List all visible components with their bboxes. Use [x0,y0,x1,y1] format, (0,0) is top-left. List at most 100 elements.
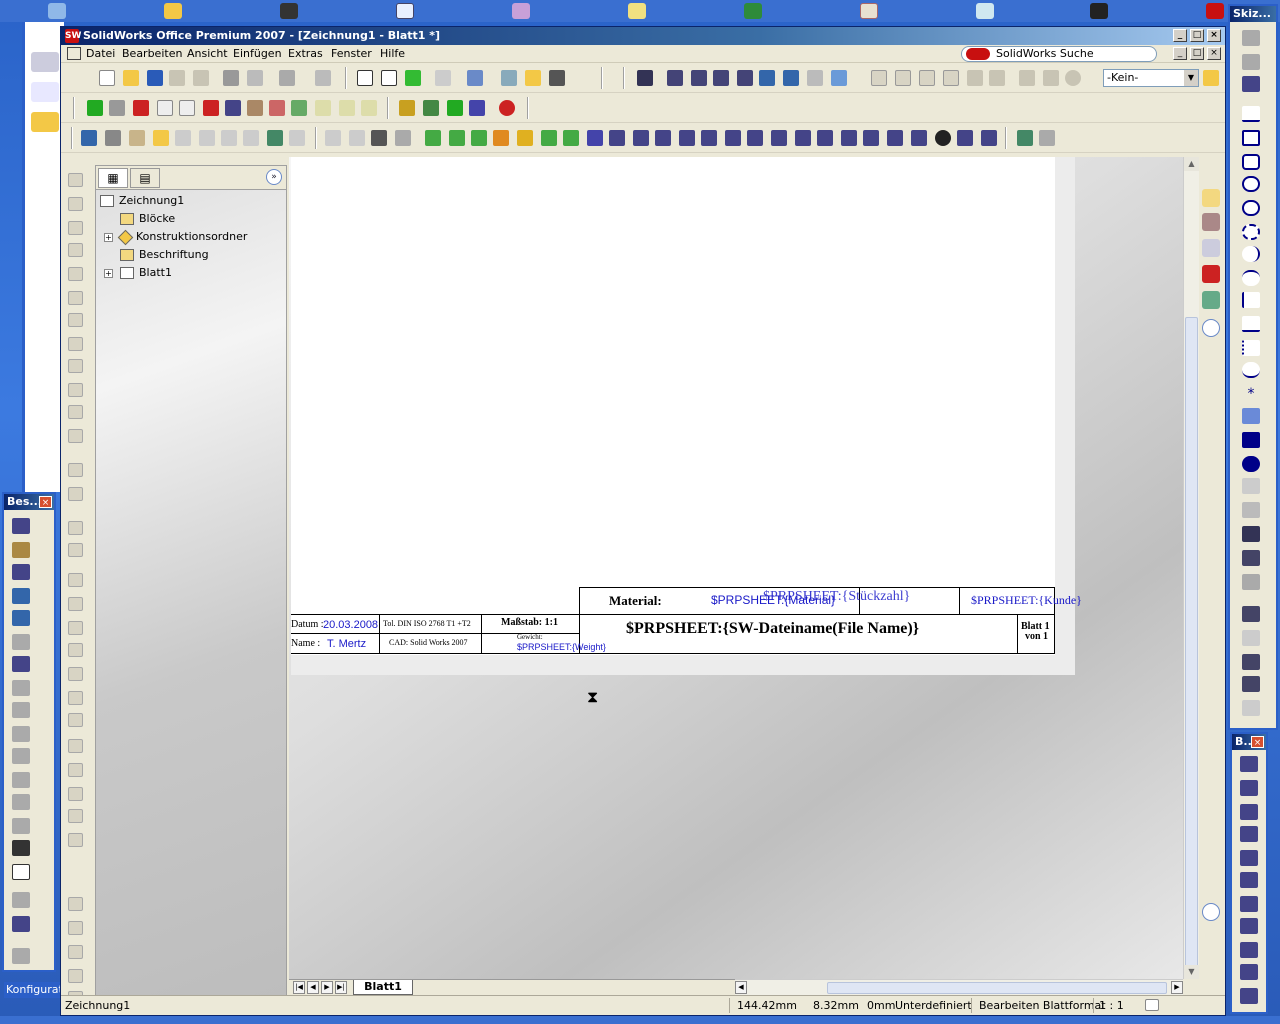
area-hatch-icon[interactable] [12,840,30,856]
display-relations-icon[interactable] [1242,550,1260,566]
strip-tool-icon[interactable] [68,643,83,657]
arc-length-icon[interactable] [1240,942,1258,958]
stop-macro-icon[interactable] [109,100,125,116]
expand-icon[interactable]: + [104,269,113,278]
point-icon[interactable] [447,100,463,116]
from-assembly-icon[interactable] [193,70,209,86]
first-sheet-icon[interactable]: |◀ [293,981,305,994]
panda-icon[interactable] [280,3,298,19]
move-entities-icon[interactable] [1242,654,1260,670]
pan-icon[interactable] [783,70,799,86]
line-icon[interactable] [1242,106,1260,122]
annotation-a-icon[interactable] [105,130,121,146]
filter-centermark-icon[interactable] [887,130,903,146]
palette-icon[interactable] [1202,291,1220,309]
close-icon[interactable]: × [39,496,52,508]
repair-sketch-icon[interactable] [1242,574,1260,590]
strip-tool-icon[interactable] [68,337,83,351]
expand-pane-icon[interactable] [1202,903,1220,921]
strip-tool-icon[interactable] [68,359,83,373]
scroll-thumb[interactable] [827,982,1167,994]
spell-check-icon[interactable] [12,610,30,626]
strip-tool-icon[interactable] [68,763,83,777]
angle-dimension-icon[interactable] [1240,918,1258,934]
filter-solid-icon[interactable] [517,130,533,146]
open-icon[interactable] [123,70,139,86]
sketch-icon[interactable] [469,100,485,116]
scroll-left-icon[interactable]: ◀ [735,981,747,994]
centerline-icon[interactable] [1242,340,1260,356]
strip-tool-icon[interactable] [68,543,83,557]
strip-tool-icon[interactable] [68,291,83,305]
perimeter-circle-icon[interactable] [1242,200,1260,216]
strip-tool-icon[interactable] [68,313,83,327]
shaded-icon[interactable] [967,70,983,86]
folder-icon[interactable] [1203,70,1219,86]
tab-blatt1[interactable]: Blatt1 [353,980,413,995]
excel-icon[interactable] [744,3,762,19]
filter-plane-icon[interactable] [563,130,579,146]
filter-table-icon[interactable] [841,130,857,146]
annotation-b-icon[interactable] [129,130,145,146]
tree-root[interactable]: Zeichnung1 [100,192,184,210]
revision-symbol-icon[interactable] [12,818,30,834]
annotation-h-icon[interactable] [289,130,305,146]
strip-tool-icon[interactable] [68,739,83,753]
center-mark-icon[interactable] [12,892,30,908]
smart-dimension-icon[interactable] [1240,756,1258,772]
filter-dim-icon[interactable] [609,130,625,146]
format-painter-icon[interactable] [12,634,30,650]
smart-dimension-icon[interactable] [1242,76,1260,92]
filter-all-icon[interactable] [935,130,951,146]
tool-c-icon[interactable] [315,100,331,116]
vertical-scrollbar[interactable]: ▲ ▼ [1183,157,1199,979]
point-icon[interactable]: * [1242,386,1260,402]
table-format-icon[interactable] [12,948,30,964]
tree-item-beschriftung[interactable]: Beschriftung [120,246,209,264]
chart-app-icon[interactable] [396,3,414,19]
tree-item-blatt1[interactable]: Blatt1 [120,264,172,282]
7zip-icon[interactable] [1090,3,1108,19]
note-icon[interactable] [12,588,30,604]
menu-fenster[interactable]: Fenster [331,47,372,60]
tool-d-icon[interactable] [339,100,355,116]
tree-item-konstruktionsordner[interactable]: Konstruktionsordner [117,228,247,246]
grid-icon[interactable] [435,70,451,86]
vertical-dimension-icon[interactable] [1240,804,1258,820]
collapse-panel-icon[interactable]: » [266,169,282,185]
maximize-icon[interactable]: □ [1190,29,1204,42]
doc-minimize-icon[interactable]: _ [1173,47,1187,60]
filter-weld-icon[interactable] [725,130,741,146]
strip-tool-icon[interactable] [68,691,83,705]
filter-c-icon[interactable] [371,130,387,146]
3d-sketch-icon[interactable] [1242,54,1260,70]
leader-dimension-icon[interactable] [1240,988,1258,1004]
filter-view-icon[interactable] [911,130,927,146]
warning-icon[interactable] [1242,606,1260,622]
polygon-icon[interactable] [1242,154,1260,170]
window-titlebar[interactable]: SW SolidWorks Office Premium 2007 - [Zei… [61,27,1225,45]
tree-item-bloecke[interactable]: Blöcke [120,210,175,228]
run-macro-icon[interactable] [87,100,103,116]
path-length-icon[interactable] [1240,896,1258,912]
expand-icon[interactable]: + [104,233,113,242]
centerpoint-arc-icon[interactable] [1242,224,1260,240]
document-icon[interactable] [67,47,81,60]
vb-icon[interactable] [225,100,241,116]
sketch-palette-title[interactable]: Skiz... [1230,6,1276,22]
new-icon[interactable] [99,70,115,86]
key-icon[interactable] [628,3,646,19]
strip-tool-icon[interactable] [68,487,83,501]
filter-balloon-icon[interactable] [655,130,671,146]
solidworks-icon[interactable] [1206,3,1224,19]
edit-macro-icon[interactable] [179,100,195,116]
shadows-icon[interactable] [989,70,1005,86]
smart-dimension-icon[interactable] [12,518,30,534]
tab-feature-manager[interactable]: ▦ [98,168,128,188]
close-icon[interactable]: × [1251,736,1264,748]
scroll-right-icon[interactable]: ▶ [1171,981,1183,994]
filter-d-icon[interactable] [395,130,411,146]
select-icon[interactable] [357,70,373,86]
new-macro-icon[interactable] [157,100,173,116]
filter-surface-finish-icon[interactable] [747,130,763,146]
